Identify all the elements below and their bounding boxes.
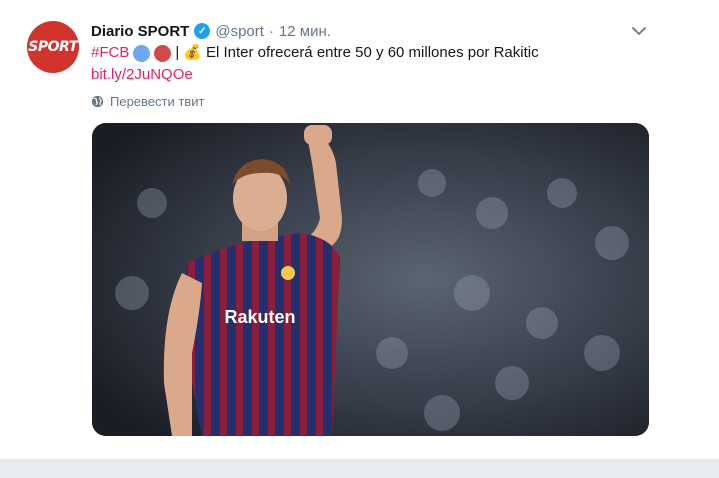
player-celebration-photo: Rakuten xyxy=(92,123,649,436)
globe-icon xyxy=(91,95,104,108)
pipe-separator: | xyxy=(175,44,180,61)
hashtag-link[interactable]: #FCB xyxy=(91,42,129,64)
translate-label: Перевести твит xyxy=(110,94,205,109)
tweet-text: #FCB | 💰 El Inter ofrecerá entre 50 y 60… xyxy=(91,42,631,64)
tweet-photo[interactable]: Rakuten xyxy=(92,123,649,436)
tweet-header: Diario SPORT ✓ @sport · 12 мин. xyxy=(91,20,331,42)
blue-circle-emoji xyxy=(133,44,151,62)
page: SPORT Diario SPORT ✓ @sport · 12 мин. #F… xyxy=(0,0,719,478)
tweet-timestamp[interactable]: 12 мин. xyxy=(279,23,331,40)
avatar[interactable]: SPORT xyxy=(27,21,79,73)
author-handle[interactable]: @sport xyxy=(215,23,264,40)
header-separator: · xyxy=(268,22,274,40)
author-name[interactable]: Diario SPORT xyxy=(91,23,189,40)
red-circle-emoji xyxy=(154,44,172,62)
chevron-down-icon[interactable] xyxy=(630,22,648,40)
jersey-sponsor-text: Rakuten xyxy=(224,307,295,327)
translate-tweet-button[interactable]: Перевести твит xyxy=(91,94,204,109)
verified-badge-icon: ✓ xyxy=(194,23,211,39)
tweet-card[interactable]: SPORT Diario SPORT ✓ @sport · 12 мин. #F… xyxy=(0,0,719,460)
money-bag-emoji: 💰 xyxy=(183,44,202,61)
short-link[interactable]: bit.ly/2JuNQOe xyxy=(91,64,193,86)
tweet-body: El Inter ofrecerá entre 50 y 60 millones… xyxy=(205,44,539,61)
avatar-logo-text: SPORT xyxy=(28,39,78,55)
